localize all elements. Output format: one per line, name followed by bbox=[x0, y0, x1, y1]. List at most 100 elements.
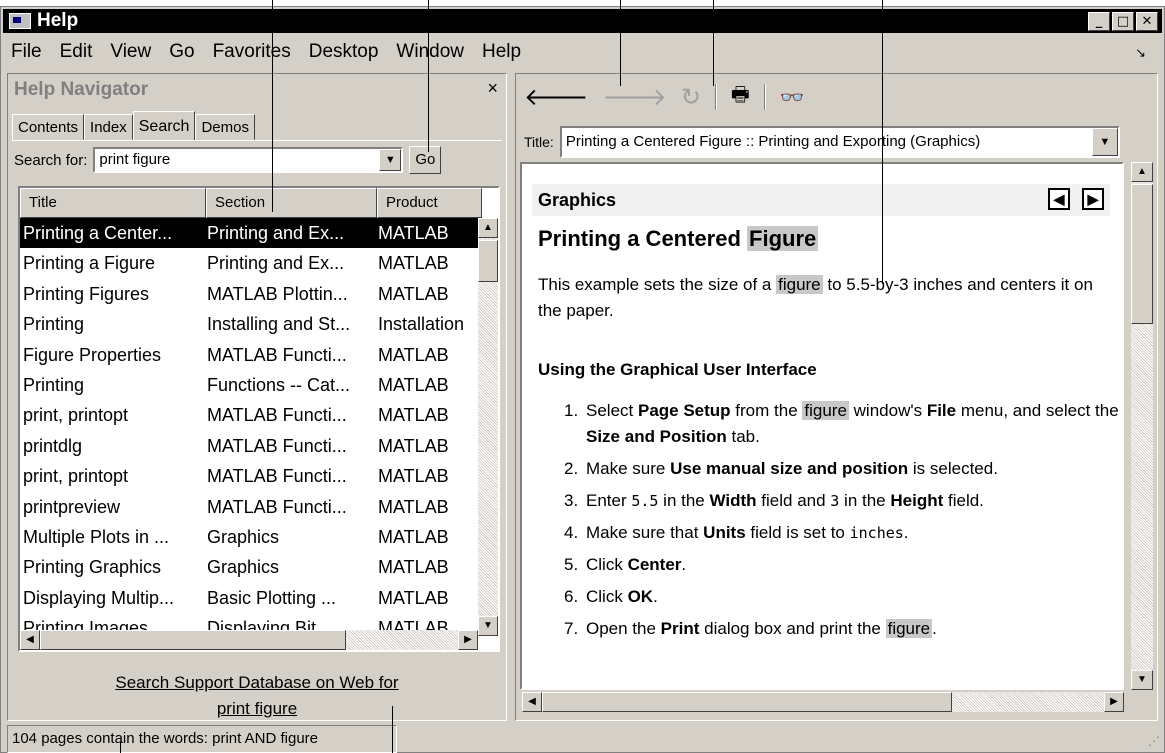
help-window: Help _ □ ✕ File Edit View Go Favorites D… bbox=[0, 6, 1165, 753]
content-vertical-scrollbar[interactable]: ▲ ▼ bbox=[1131, 162, 1153, 690]
scroll-right-icon[interactable]: ▶ bbox=[458, 630, 478, 650]
scroll-up-icon[interactable]: ▲ bbox=[478, 218, 498, 238]
table-row[interactable]: Printing Functions -- Cat... MATLAB bbox=[20, 370, 498, 400]
table-row[interactable]: Figure Properties MATLAB Functi... MATLAB bbox=[20, 340, 498, 370]
page-heading: Printing a Centered Figure bbox=[538, 226, 819, 252]
help-viewer: 🡐 🡒 ↻ 🖶 👓 Title: Printing a Centered Fig… bbox=[515, 73, 1158, 721]
product-cell: MATLAB bbox=[378, 344, 449, 365]
content-scroll-right-icon[interactable]: ▶ bbox=[1104, 692, 1124, 712]
status-bar: 104 pages contain the words: print AND f… bbox=[7, 725, 397, 753]
product-cell: MATLAB bbox=[378, 405, 449, 426]
menu-go[interactable]: Go bbox=[169, 41, 194, 67]
content-h-thumb[interactable] bbox=[542, 692, 952, 712]
content-horizontal-scrollbar[interactable]: ◀ ▶ bbox=[522, 692, 1124, 712]
chevron-down-icon[interactable]: ▼ bbox=[1091, 128, 1118, 156]
results-horizontal-scrollbar[interactable]: ◀ ▶ bbox=[20, 630, 478, 650]
step-number: 4. bbox=[564, 523, 579, 542]
go-button[interactable]: Go bbox=[409, 146, 442, 174]
scroll-thumb[interactable] bbox=[478, 240, 498, 282]
tab-index[interactable]: Index bbox=[84, 114, 133, 140]
minimize-button[interactable]: _ bbox=[1088, 12, 1110, 31]
results-vertical-scrollbar[interactable]: ▲ ▼ bbox=[478, 218, 498, 636]
column-product-header[interactable]: Product bbox=[377, 188, 482, 218]
title-bar[interactable]: Help _ □ ✕ bbox=[3, 9, 1162, 33]
title-cell: Multiple Plots in ... bbox=[23, 526, 170, 547]
tab-search[interactable]: Search bbox=[132, 111, 196, 141]
step-text: Enter 5.5 in the Width field and 3 in th… bbox=[586, 491, 984, 510]
scroll-left-icon[interactable]: ◀ bbox=[20, 630, 40, 650]
search-input-value: print figure bbox=[99, 151, 171, 168]
close-button[interactable]: ✕ bbox=[1136, 12, 1158, 31]
step-item: 2. Make sure Use manual size and position… bbox=[564, 456, 1122, 482]
title-cell: Printing bbox=[23, 314, 85, 335]
column-title-header[interactable]: Title bbox=[20, 188, 206, 218]
navigator-close-button[interactable]: × bbox=[487, 78, 498, 99]
column-section-header[interactable]: Section bbox=[206, 188, 377, 218]
menu-bar: File Edit View Go Favorites Desktop Wind… bbox=[11, 41, 521, 67]
section-band: Graphics ◀ ▶ bbox=[532, 184, 1110, 216]
undock-arrow-icon[interactable]: ↘ bbox=[1135, 45, 1146, 61]
h-scroll-thumb[interactable] bbox=[40, 630, 346, 650]
search-input[interactable]: print figure ▼ bbox=[93, 147, 404, 173]
table-row[interactable]: Printing Graphics Graphics MATLAB bbox=[20, 552, 498, 582]
search-web-link[interactable]: Search Support Database on Web for print… bbox=[8, 670, 506, 722]
heading-highlight: Figure bbox=[747, 226, 819, 251]
callout-line bbox=[272, 0, 273, 212]
find-binoculars-icon[interactable]: 👓 bbox=[780, 85, 805, 110]
forward-arrow-icon[interactable]: 🡒 bbox=[602, 82, 666, 112]
table-row[interactable]: Printing Installing and St... Installation bbox=[20, 309, 498, 339]
title-cell: Displaying Multip... bbox=[23, 587, 175, 608]
help-navigator: Help Navigator × Contents Index Search D… bbox=[7, 73, 507, 721]
results-table: Title Section Product Printing a Center.… bbox=[18, 186, 500, 652]
table-row[interactable]: print, printopt MATLAB Functi... MATLAB bbox=[20, 400, 498, 430]
table-row[interactable]: Displaying Multip... Basic Plotting ... MA… bbox=[20, 583, 498, 613]
print-icon[interactable]: 🖶 bbox=[731, 80, 750, 114]
menu-file[interactable]: File bbox=[11, 41, 42, 67]
page-title-select[interactable]: Printing a Centered Figure :: Printing a… bbox=[559, 126, 1120, 158]
title-cell: print, printopt bbox=[23, 466, 129, 487]
toolbar-separator-2 bbox=[763, 84, 766, 110]
menu-desktop[interactable]: Desktop bbox=[309, 41, 379, 67]
section-cell: MATLAB Functi... bbox=[207, 435, 347, 456]
page-title-row: Title: Printing a Centered Figure :: Pri… bbox=[524, 126, 1120, 158]
help-content: Graphics ◀ ▶ Printing a Centered Figure … bbox=[520, 162, 1124, 690]
content-scroll-down-icon[interactable]: ▼ bbox=[1131, 670, 1153, 690]
web-link-line1[interactable]: Search Support Database on Web for bbox=[8, 670, 506, 696]
product-cell: MATLAB bbox=[378, 496, 449, 517]
callout-line bbox=[392, 706, 393, 753]
product-cell: MATLAB bbox=[378, 557, 449, 578]
content-scroll-left-icon[interactable]: ◀ bbox=[522, 692, 542, 712]
table-row[interactable]: Printing a Center... Printing and Ex... MA… bbox=[20, 218, 498, 249]
title-cell: Printing bbox=[23, 374, 85, 395]
table-row[interactable]: print, printopt MATLAB Functi... MATLAB bbox=[20, 461, 498, 491]
search-history-dropdown-icon[interactable]: ▼ bbox=[379, 149, 402, 171]
section-cell: Printing and Ex... bbox=[207, 223, 345, 243]
next-page-icon[interactable]: ▶ bbox=[1082, 188, 1104, 210]
table-row[interactable]: printdlg MATLAB Functi... MATLAB bbox=[20, 431, 498, 461]
back-arrow-icon[interactable]: 🡐 bbox=[524, 82, 588, 112]
menu-window[interactable]: Window bbox=[396, 41, 464, 67]
product-cell: MATLAB bbox=[378, 223, 449, 243]
resize-grip-icon[interactable]: ⋰ bbox=[1148, 734, 1160, 748]
scroll-down-icon[interactable]: ▼ bbox=[478, 616, 498, 636]
content-scroll-up-icon[interactable]: ▲ bbox=[1131, 162, 1153, 182]
step-text: Make sure Use manual size and position i… bbox=[586, 459, 998, 478]
table-row[interactable]: Printing Figures MATLAB Plottin... MATLAB bbox=[20, 279, 498, 309]
refresh-icon[interactable]: ↻ bbox=[681, 83, 701, 112]
menu-help[interactable]: Help bbox=[482, 41, 521, 67]
navigator-tabs: Contents Index Search Demos bbox=[12, 110, 255, 141]
web-link-line2[interactable]: print figure bbox=[8, 696, 506, 722]
step-number: 7. bbox=[564, 619, 579, 638]
maximize-button[interactable]: □ bbox=[1112, 12, 1134, 31]
table-row[interactable]: printpreview MATLAB Functi... MATLAB bbox=[20, 492, 498, 522]
prev-page-icon[interactable]: ◀ bbox=[1048, 188, 1070, 210]
tab-contents[interactable]: Contents bbox=[12, 114, 85, 140]
menu-edit[interactable]: Edit bbox=[60, 41, 93, 67]
content-scroll-thumb[interactable] bbox=[1131, 184, 1153, 324]
table-row[interactable]: Printing a Figure Printing and Ex... MATLA… bbox=[20, 248, 498, 278]
section-cell: Graphics bbox=[207, 557, 280, 578]
table-row[interactable]: Multiple Plots in ... Graphics MATLAB bbox=[20, 522, 498, 552]
menu-favorites[interactable]: Favorites bbox=[213, 41, 291, 67]
menu-view[interactable]: View bbox=[110, 41, 151, 67]
tab-demos[interactable]: Demos bbox=[195, 114, 255, 140]
